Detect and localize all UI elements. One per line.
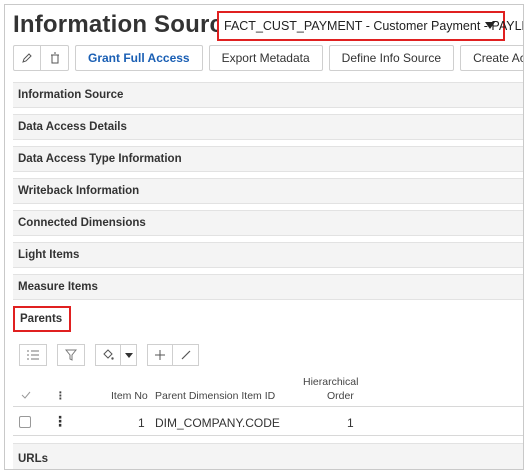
parents-toolbar <box>19 344 199 366</box>
list-icon <box>27 350 39 360</box>
info-source-selector[interactable]: FACT_CUST_PAYMENT - Customer Payment - P… <box>217 11 523 41</box>
list-view-button[interactable] <box>19 344 47 366</box>
define-info-source-button[interactable]: Define Info Source <box>328 45 455 71</box>
col-item-no[interactable]: Item No <box>111 390 148 402</box>
row-item-no: 1 <box>138 416 145 430</box>
section-connected-dimensions[interactable]: Connected Dimensions <box>13 210 523 236</box>
col-parent-dimension[interactable]: Parent Dimension Item ID <box>155 390 275 402</box>
bucket-dropdown-button[interactable] <box>121 344 137 366</box>
create-access-view-button[interactable]: Create Access V <box>460 45 523 71</box>
section-data-access-details[interactable]: Data Access Details <box>13 114 523 140</box>
section-data-access-type[interactable]: Data Access Type Information <box>13 146 523 172</box>
row-checkbox[interactable] <box>19 416 31 428</box>
main-toolbar: Grant Full Access Export Metadata Define… <box>13 45 523 71</box>
page-title: Information Source <box>13 11 237 38</box>
pencil-icon <box>181 350 190 360</box>
grant-full-access-button[interactable]: Grant Full Access <box>75 45 203 71</box>
export-metadata-button[interactable]: Export Metadata <box>208 45 323 71</box>
caret-down-icon <box>485 22 495 29</box>
section-writeback[interactable]: Writeback Information <box>13 178 523 204</box>
edit-row-button[interactable] <box>173 344 199 366</box>
add-edit-group <box>147 344 199 366</box>
filter-icon <box>65 349 77 361</box>
col-order[interactable]: Order <box>327 390 354 402</box>
bucket-icon <box>103 349 114 360</box>
section-urls[interactable]: URLs <box>13 443 523 469</box>
parents-grid-header: ⋮ Item No Parent Dimension Item ID Hiera… <box>13 375 523 407</box>
edit-delete-group <box>13 45 69 71</box>
row-kebab-icon[interactable]: ⋮ <box>53 414 67 428</box>
section-list: Information Source Data Access Details D… <box>13 82 523 338</box>
header-kebab-icon[interactable]: ⋮ <box>55 390 66 402</box>
add-icon <box>155 350 165 360</box>
section-light-items[interactable]: Light Items <box>13 242 523 268</box>
section-measure-items[interactable]: Measure Items <box>13 274 523 300</box>
edit-button[interactable] <box>13 45 41 71</box>
selected-source-value: FACT_CUST_PAYMENT - Customer Payment - P… <box>224 19 524 33</box>
col-hierarchical[interactable]: Hierarchical <box>303 376 358 388</box>
delete-icon <box>50 52 59 64</box>
bucket-split-button <box>95 344 137 366</box>
row-order: 1 <box>347 416 354 430</box>
bucket-button[interactable] <box>95 344 121 366</box>
section-parents[interactable]: Parents <box>13 306 71 332</box>
edit-icon <box>22 53 32 63</box>
delete-button[interactable] <box>41 45 69 71</box>
table-row[interactable]: ⋮ 1 DIM_COMPANY.CODE 1 <box>13 410 523 436</box>
filter-button[interactable] <box>57 344 85 366</box>
row-parent-dimension: DIM_COMPANY.CODE <box>155 416 280 430</box>
section-information-source[interactable]: Information Source <box>13 82 523 108</box>
caret-down-icon <box>124 352 133 358</box>
page-frame: Information Source FACT_CUST_PAYMENT - C… <box>4 4 524 470</box>
add-row-button[interactable] <box>147 344 173 366</box>
select-all-check-icon[interactable] <box>21 390 31 402</box>
